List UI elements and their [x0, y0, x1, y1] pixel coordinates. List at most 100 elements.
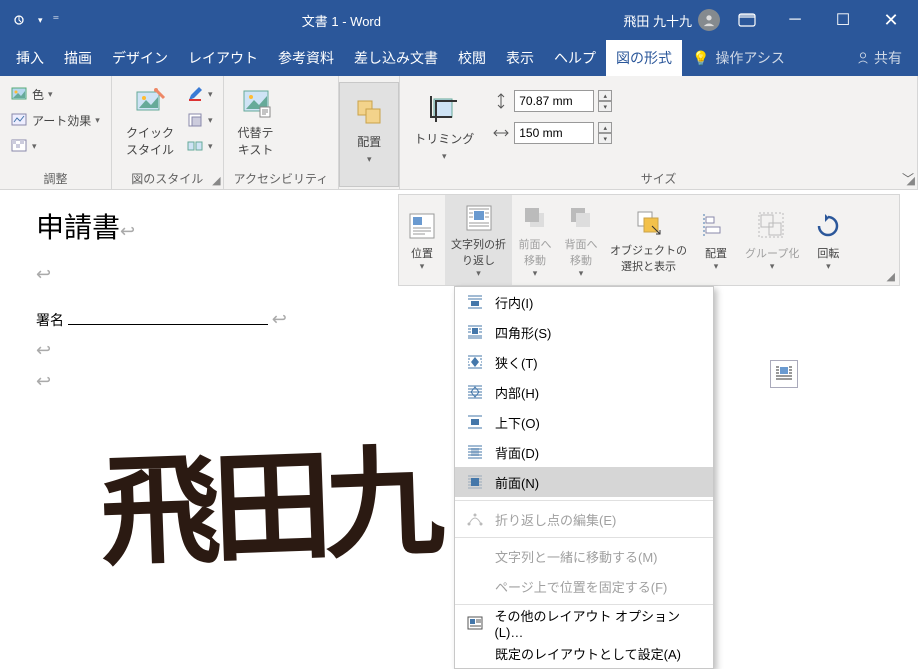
group-adjust: 色▾ アート効果▾ ▾ 調整 [0, 76, 112, 189]
crop-icon [427, 92, 461, 126]
more-layout-icon [465, 614, 484, 632]
transparency-icon [10, 137, 28, 155]
minimize-button[interactable]: ─ [774, 0, 816, 40]
ribbon-tabs: 挿入 描画 デザイン レイアウト 参考資料 差し込み文書 校閲 表示 ヘルプ 図… [0, 40, 918, 76]
bring-forward-button[interactable]: 前面へ 移動▾ [512, 195, 558, 285]
color-button[interactable]: 色▾ [10, 82, 100, 106]
menu-square[interactable]: 四角形(S) [455, 317, 713, 347]
lightbulb-icon: 💡 [692, 50, 709, 67]
picture-color-icon [10, 85, 28, 103]
autosave-icon[interactable] [10, 11, 28, 29]
close-button[interactable]: ✕ [870, 0, 912, 40]
menu-tight[interactable]: 狭く(T) [455, 347, 713, 377]
width-input[interactable] [514, 122, 594, 144]
arrange-button[interactable]: 配置 ▾ [339, 82, 399, 187]
quick-styles-button[interactable]: クイック スタイル [122, 82, 178, 168]
group-size: トリミング ▾ ▴▾ ▴▾ サイズ◢ [400, 76, 918, 189]
selection-pane-button[interactable]: オブジェクトの 選択と表示 [604, 195, 693, 285]
height-spinner[interactable]: ▴▾ [598, 90, 612, 112]
edit-points-icon [465, 510, 485, 528]
group-label: サイズ◢ [410, 168, 907, 187]
tab-view[interactable]: 表示 [496, 40, 544, 76]
title-bar: ▾ ⁼ 文書 1 - Word 飛田 九十九 ─ ☐ ✕ [0, 0, 918, 40]
rotate-button[interactable]: 回転▾ [805, 195, 851, 285]
menu-set-default[interactable]: 既定のレイアウトとして設定(A) [455, 638, 713, 668]
wrap-behind-icon [465, 443, 485, 461]
transparency-button[interactable]: ▾ [10, 134, 100, 158]
menu-inline[interactable]: 行内(I) [455, 287, 713, 317]
document-title: 文書 1 - Word [59, 11, 623, 30]
group-arrange: 配置 ▾ [339, 76, 400, 189]
user-name[interactable]: 飛田 九十九 [623, 11, 692, 30]
group-label: 図のスタイル◢ [122, 168, 213, 187]
alt-text-button[interactable]: 代替テ キスト [234, 82, 278, 168]
picture-layout-button[interactable]: ▾ [186, 134, 213, 158]
position-icon [405, 209, 439, 243]
align-button[interactable]: 配置▾ [693, 195, 739, 285]
wrap-text-icon [462, 201, 496, 234]
picture-effects-button[interactable]: ▾ [186, 108, 213, 132]
wrap-square-icon [465, 323, 485, 341]
share-button[interactable]: 共有 [846, 40, 912, 76]
ribbon: 色▾ アート効果▾ ▾ 調整 [0, 76, 918, 190]
position-button[interactable]: 位置▾ [399, 195, 445, 285]
menu-through[interactable]: 内部(H) [455, 377, 713, 407]
wrap-inline-icon [465, 293, 485, 311]
menu-fix-position: ページ上で位置を固定する(F) [455, 571, 713, 601]
align-icon [699, 209, 733, 243]
pencil-icon [186, 85, 204, 103]
crop-button[interactable]: トリミング ▾ [410, 88, 478, 166]
chevron-down-icon[interactable]: ▾ [38, 15, 43, 26]
tell-me[interactable]: 💡操作アシス [682, 40, 795, 76]
picture-layout-icon [186, 137, 204, 155]
artistic-effects-button[interactable]: アート効果▾ [10, 108, 100, 132]
tab-references[interactable]: 参考資料 [268, 40, 344, 76]
tab-design[interactable]: デザイン [102, 40, 178, 76]
tab-review[interactable]: 校閲 [448, 40, 496, 76]
menu-behind[interactable]: 背面(D) [455, 437, 713, 467]
group-styles: クイック スタイル ▾ ▾ ▾ 図のスタイル◢ [112, 76, 224, 189]
menu-topbottom[interactable]: 上下(O) [455, 407, 713, 437]
width-spinner[interactable]: ▴▾ [598, 122, 612, 144]
tab-picture-format[interactable]: 図の形式 [606, 40, 682, 76]
rotate-icon [811, 209, 845, 243]
selection-pane-icon [632, 206, 666, 240]
group-accessibility: 代替テ キスト アクセシビリティ [224, 76, 340, 189]
group-label: 調整 [10, 168, 101, 187]
user-avatar-icon[interactable] [698, 9, 720, 31]
qat-overflow[interactable]: ⁼ [53, 12, 60, 28]
collapse-ribbon-icon[interactable]: ﹀ [902, 170, 914, 187]
tab-help[interactable]: ヘルプ [544, 40, 606, 76]
send-backward-button[interactable]: 背面へ 移動▾ [558, 195, 604, 285]
menu-edit-points: 折り返し点の編集(E) [455, 504, 713, 534]
arrange-icon [352, 95, 386, 129]
send-backward-icon [564, 201, 598, 234]
height-input[interactable] [514, 90, 594, 112]
tab-mailings[interactable]: 差し込み文書 [344, 40, 448, 76]
wrap-topbottom-icon [465, 413, 485, 431]
dialog-launcher-icon[interactable]: ◢ [212, 174, 220, 187]
picture-border-button[interactable]: ▾ [186, 82, 213, 106]
wrap-tight-icon [465, 353, 485, 371]
group-label: アクセシビリティ [234, 168, 329, 187]
menu-front[interactable]: 前面(N) [455, 467, 713, 497]
wrap-text-button[interactable]: 文字列の折 り返し▾ [445, 195, 512, 285]
wrap-front-icon [465, 473, 485, 491]
wrap-text-menu: 行内(I) 四角形(S) 狭く(T) 内部(H) 上下(O) 背面(D) 前面(… [454, 286, 714, 669]
paragraph-mark-icon: ↩ [120, 221, 135, 241]
quick-styles-icon [133, 86, 167, 120]
tab-layout[interactable]: レイアウト [178, 40, 268, 76]
group-objects-button[interactable]: グループ化▾ [739, 195, 805, 285]
layout-options-badge[interactable] [770, 360, 798, 388]
dialog-launcher-icon[interactable]: ◢ [887, 270, 895, 283]
tab-insert[interactable]: 挿入 [6, 40, 54, 76]
width-icon [492, 124, 510, 142]
menu-move-with-text: 文字列と一緒に移動する(M) [455, 541, 713, 571]
paragraph-mark-icon: ↩ [272, 309, 287, 329]
menu-more-layout[interactable]: その他のレイアウト オプション(L)… [455, 608, 713, 638]
maximize-button[interactable]: ☐ [822, 0, 864, 40]
ribbon-mode-icon[interactable] [726, 0, 768, 40]
wrap-through-icon [465, 383, 485, 401]
signature-image[interactable]: 飛田九 [97, 404, 439, 590]
tab-draw[interactable]: 描画 [54, 40, 102, 76]
